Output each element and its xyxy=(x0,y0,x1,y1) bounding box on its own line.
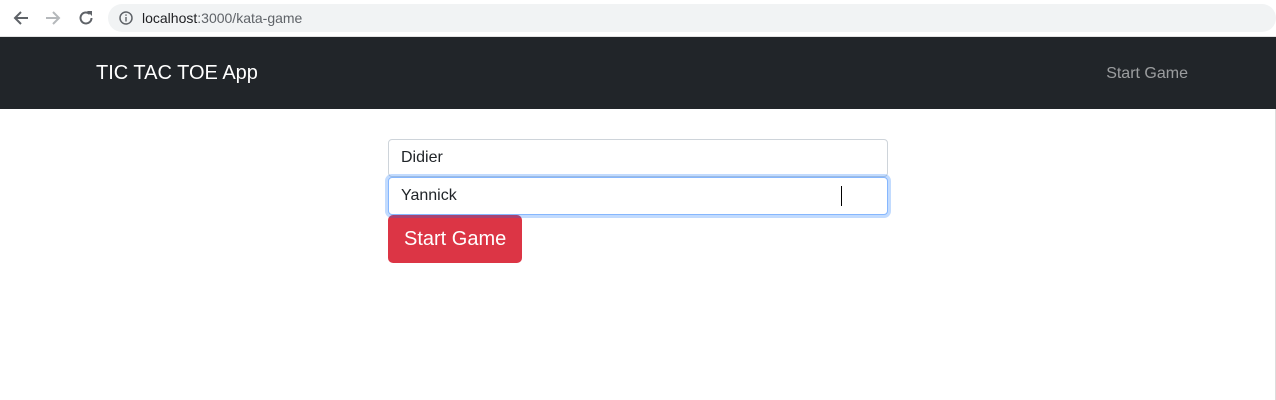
player2-input[interactable] xyxy=(388,177,888,215)
url-path: :3000/kata-game xyxy=(197,10,303,26)
player1-input[interactable] xyxy=(388,139,888,177)
start-game-button[interactable]: Start Game xyxy=(388,215,523,263)
reload-icon[interactable] xyxy=(74,7,98,29)
info-icon[interactable] xyxy=(118,10,134,26)
nav-start-game-link[interactable]: Start Game xyxy=(1106,64,1188,84)
forward-arrow-icon[interactable] xyxy=(41,7,65,29)
address-bar[interactable]: localhost:3000/kata-game xyxy=(108,4,1276,32)
text-caret xyxy=(841,186,842,206)
player2-input-wrap xyxy=(388,177,888,215)
browser-toolbar: localhost:3000/kata-game xyxy=(0,0,1276,37)
app-navbar: TIC TAC TOE App Start Game xyxy=(0,37,1276,109)
players-form: Start Game xyxy=(388,139,888,263)
brand-link[interactable]: TIC TAC TOE App xyxy=(96,61,258,85)
back-arrow-icon[interactable] xyxy=(9,7,33,29)
url-text: localhost:3000/kata-game xyxy=(142,10,302,26)
url-host: localhost xyxy=(142,10,198,26)
